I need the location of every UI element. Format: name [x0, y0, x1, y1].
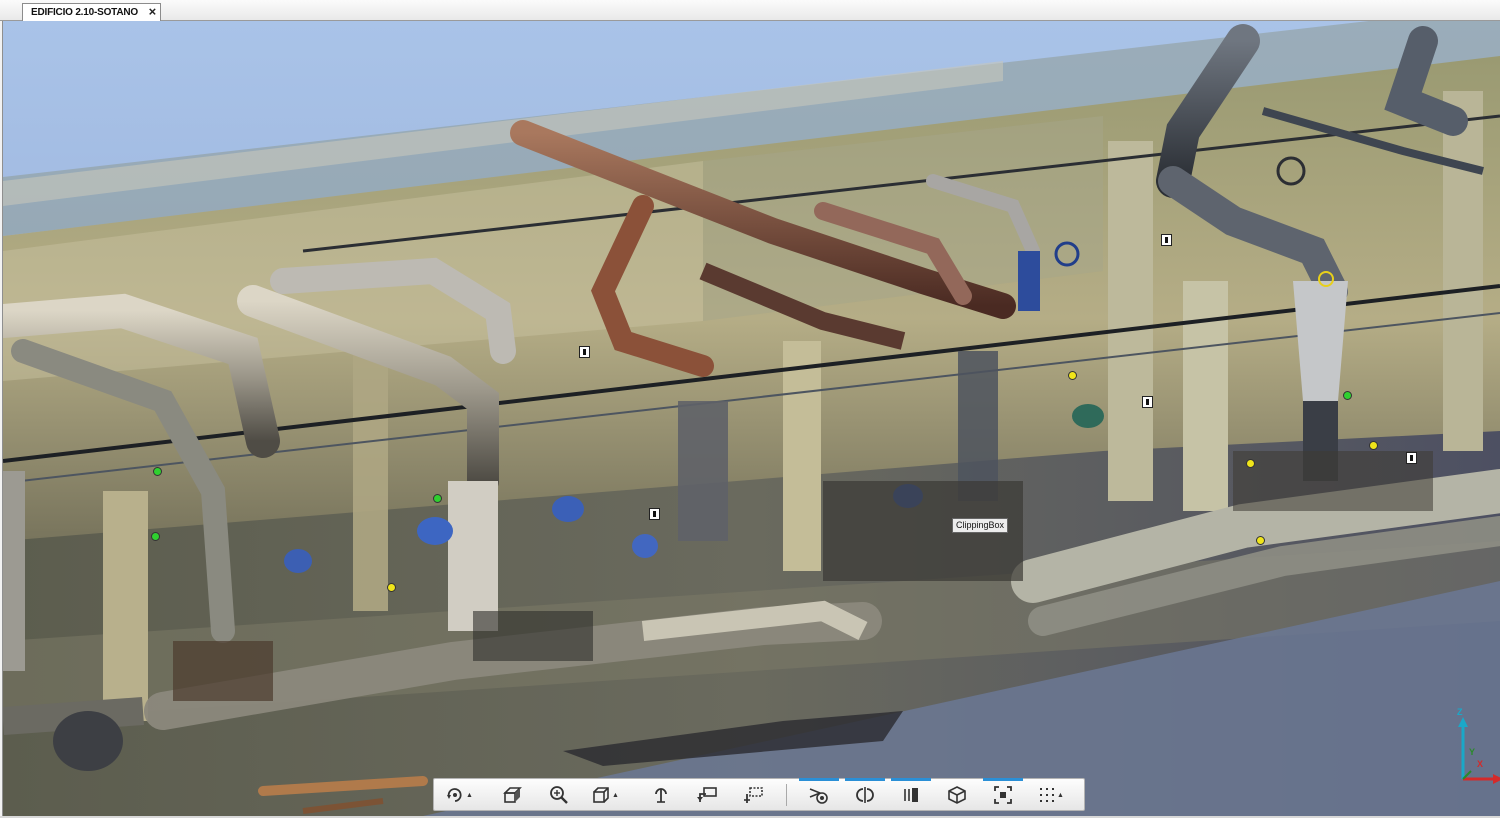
point-marker-green[interactable] — [433, 494, 442, 503]
walk-icon — [655, 788, 667, 803]
fit-extents-button[interactable] — [983, 778, 1023, 808]
axis-gizmo: Z X Y — [1451, 707, 1500, 787]
point-marker-yellow[interactable] — [387, 583, 396, 592]
section-mirror-icon — [856, 787, 874, 803]
view-cube-button[interactable]: ▲ — [590, 782, 620, 808]
measure-icon — [744, 787, 763, 803]
point-marker-yellow[interactable] — [1256, 536, 1265, 545]
tab-strip: EDIFICIO 2.10-SOTANO × — [0, 0, 1500, 21]
toolbar-separator — [786, 784, 787, 806]
orbit-icon — [447, 788, 462, 802]
section-select-button[interactable] — [799, 778, 839, 808]
clipping-box-button[interactable] — [942, 782, 972, 808]
more-options-icon — [1040, 788, 1055, 802]
point-marker-green[interactable] — [151, 532, 160, 541]
tag-marker[interactable] — [649, 508, 660, 520]
tag-marker[interactable] — [1161, 234, 1172, 246]
clipping-box-label: ClippingBox — [952, 518, 1009, 533]
tag-marker[interactable] — [579, 346, 590, 358]
3d-viewport[interactable]: ClippingBox Z X Y — [2, 21, 1500, 816]
close-icon[interactable]: × — [149, 5, 157, 19]
tag-marker[interactable] — [1142, 396, 1153, 408]
section-mirror-button[interactable] — [845, 778, 885, 808]
walk-button[interactable] — [646, 782, 676, 808]
section-slice-icon — [904, 788, 918, 802]
point-cloud-scene[interactable] — [3, 21, 1500, 816]
axis-x-label: X — [1477, 759, 1484, 769]
zoom-button[interactable] — [544, 782, 574, 808]
more-options-button[interactable]: ▲ — [1036, 782, 1066, 808]
tab-document[interactable]: EDIFICIO 2.10-SOTANO × — [22, 3, 161, 21]
fly-icon — [697, 787, 717, 802]
camera-view-button[interactable] — [498, 782, 528, 808]
zoom-icon — [550, 786, 568, 804]
point-marker-green[interactable] — [1343, 391, 1352, 400]
orbit-button[interactable]: ▲ — [444, 782, 474, 808]
menu-caret-icon: ▲ — [1057, 791, 1064, 799]
menu-caret-icon: ▲ — [612, 791, 619, 799]
menu-caret-icon: ▲ — [466, 791, 473, 799]
fit-extents-icon — [994, 786, 1012, 804]
axis-y-label: Y — [1469, 747, 1476, 757]
measure-button[interactable] — [739, 782, 769, 808]
point-marker-green[interactable] — [153, 467, 162, 476]
section-slice-button[interactable] — [891, 778, 931, 808]
axis-triad-icon — [1458, 717, 1500, 784]
tag-marker[interactable] — [1406, 452, 1417, 464]
tab-title: EDIFICIO 2.10-SOTANO — [31, 7, 138, 18]
navigation-toolbar: ▲ ▲ ▲ — [433, 778, 1085, 811]
clipping-box-icon — [948, 786, 966, 804]
point-marker-yellow[interactable] — [1068, 371, 1077, 380]
section-select-icon — [809, 788, 828, 804]
point-marker-yellow[interactable] — [1369, 441, 1378, 450]
axis-z-label: Z — [1457, 707, 1463, 717]
point-marker-yellow[interactable] — [1246, 459, 1255, 468]
camera-view-icon — [503, 787, 522, 803]
view-cube-icon — [593, 787, 609, 803]
fly-button[interactable] — [692, 782, 722, 808]
